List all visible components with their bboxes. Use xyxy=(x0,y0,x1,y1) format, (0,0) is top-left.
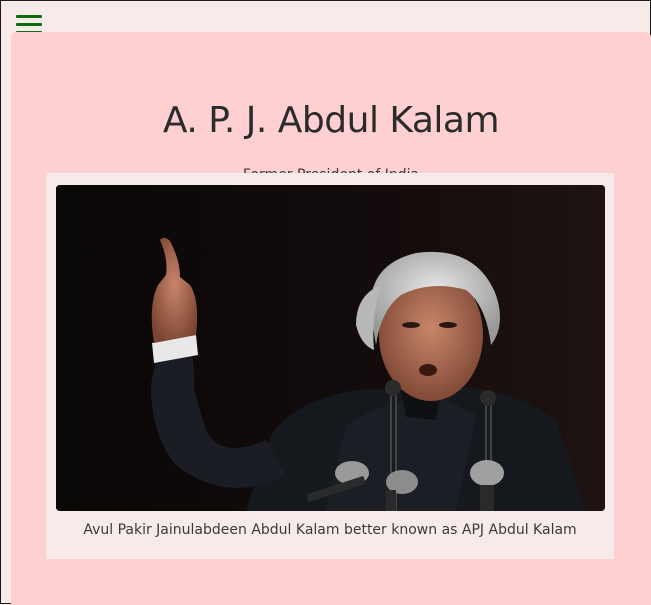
portrait-figure: Avul Pakir Jainulabdeen Abdul Kalam bett… xyxy=(46,173,614,559)
portrait-illustration xyxy=(56,185,605,511)
portrait-photo xyxy=(56,185,605,511)
menu-bar xyxy=(16,23,42,26)
page-title: A. P. J. Abdul Kalam xyxy=(162,100,500,141)
page: A. P. J. Abdul Kalam Former President of… xyxy=(0,0,651,605)
menu-bar xyxy=(16,15,42,18)
photo-caption: Avul Pakir Jainulabdeen Abdul Kalam bett… xyxy=(83,522,577,538)
profile-card: A. P. J. Abdul Kalam Former President of… xyxy=(11,32,651,605)
